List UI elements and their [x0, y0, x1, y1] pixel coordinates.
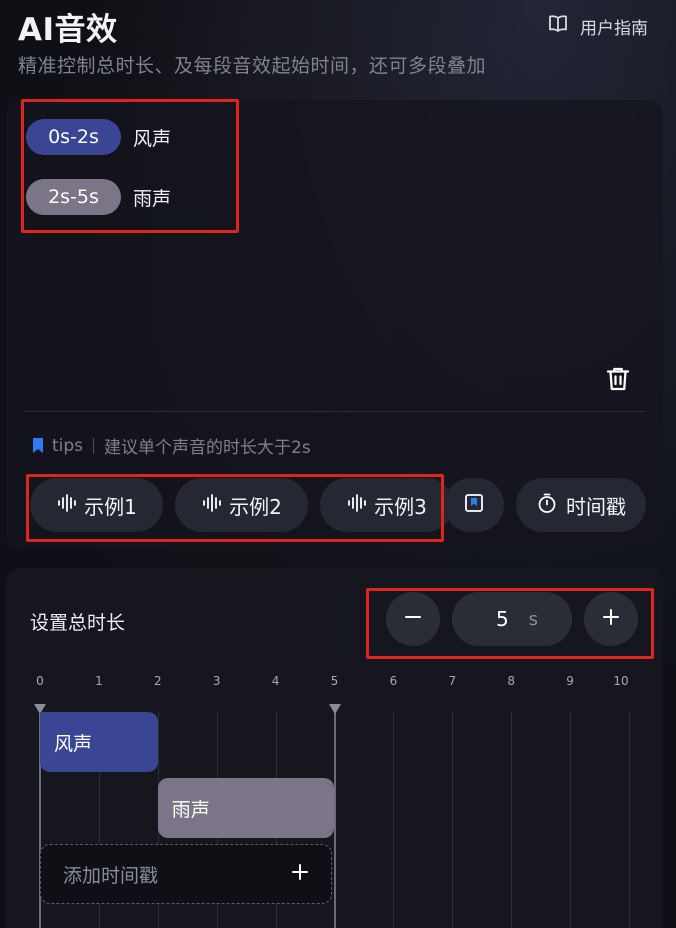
tips-bar: tips 建议单个声音的时长大于2s: [32, 433, 311, 458]
bookmark-icon: [32, 438, 44, 453]
timeline-gridline: [570, 712, 572, 928]
add-timestamp-button[interactable]: 添加时间戳: [40, 844, 332, 904]
timeline-tick-label: 0: [36, 674, 44, 688]
duration-field[interactable]: 5 s: [452, 592, 572, 646]
example-button-2[interactable]: 示例2: [175, 478, 308, 532]
timeline-gridline: [452, 712, 454, 928]
timeline-tick-label: 1: [95, 674, 103, 688]
timestamp-label: 时间戳: [566, 494, 626, 519]
duration-unit: s: [528, 608, 539, 630]
timeline-tick-label: 3: [212, 674, 221, 688]
bookmark-square-icon: [463, 492, 485, 518]
divider: [24, 411, 645, 412]
increase-button[interactable]: [584, 592, 638, 646]
plus-icon: [601, 607, 621, 631]
example-label: 示例1: [84, 494, 137, 519]
minus-icon: [403, 607, 423, 631]
timeline-tick-label: 2: [153, 674, 162, 688]
duration-card: 设置总时长 5 s 添加时间戳 0 1 2 3 4 5 6 7 8 9 10 风声 雨声: [6, 568, 663, 928]
timeline-track-bar[interactable]: 雨声: [157, 778, 335, 838]
timeline-gridline: [511, 712, 513, 928]
duration-title: 设置总时长: [30, 612, 126, 634]
segment-row-0: 0s-2s 风声: [26, 119, 171, 155]
example-label: 示例3: [374, 494, 427, 519]
timeline: 添加时间戳 0 1 2 3 4 5 6 7 8 9 10 风声 雨声: [6, 668, 663, 928]
example-list: 示例1 示例2 示例3: [30, 478, 453, 532]
waveform-icon: [201, 492, 223, 519]
prompt-card: 0s-2s 风声 2s-5s 雨声 tips 建议单个声音的时长大于2s 示例1…: [6, 100, 663, 550]
trash-icon: [603, 367, 633, 398]
timeline-track-bar[interactable]: 风声: [40, 712, 158, 772]
segment-label[interactable]: 雨声: [133, 184, 171, 211]
timeline-gridline: [629, 712, 630, 928]
segment-row-1: 2s-5s 雨声: [26, 179, 171, 215]
timeline-tick-label: 9: [566, 674, 574, 688]
waveform-icon: [56, 492, 78, 519]
page-subtitle: 精准控制总时长、及每段音效起始时间，还可多段叠加: [18, 55, 487, 77]
user-guide-link[interactable]: 用户指南: [546, 12, 648, 41]
timeline-tick-label: 6: [389, 674, 398, 688]
segment-label[interactable]: 风声: [133, 124, 171, 151]
timeline-gridline: [393, 712, 395, 928]
tips-tag: tips: [52, 435, 84, 456]
stopwatch-icon: [536, 492, 558, 519]
timeline-tick-label: 4: [271, 674, 280, 688]
timestamp-button[interactable]: 时间戳: [516, 478, 646, 532]
tips-text: 建议单个声音的时长大于2s: [104, 438, 311, 458]
delete-button[interactable]: [603, 364, 633, 394]
timeline-tick-label: 8: [507, 674, 516, 688]
user-guide-label: 用户指南: [580, 19, 648, 39]
bookmark-button[interactable]: [444, 478, 504, 532]
timeline-tick-label: 5: [330, 674, 339, 688]
duration-value: 5: [495, 607, 509, 631]
add-timestamp-label: 添加时间戳: [63, 864, 159, 887]
plus-icon: [291, 863, 309, 886]
duration-stepper: 5 s: [386, 592, 638, 646]
book-icon: [546, 12, 570, 41]
example-button-1[interactable]: 示例1: [30, 478, 163, 532]
timeline-end-handle[interactable]: [328, 704, 341, 714]
example-button-3[interactable]: 示例3: [320, 478, 453, 532]
timeline-tick-label: 10: [613, 674, 629, 688]
waveform-icon: [346, 492, 368, 519]
tips-separator: [93, 437, 95, 454]
segment-range-pill[interactable]: 2s-5s: [26, 179, 121, 215]
decrease-button[interactable]: [386, 592, 440, 646]
example-label: 示例2: [229, 494, 282, 519]
segment-list: 0s-2s 风声 2s-5s 雨声: [26, 119, 171, 239]
segment-range-pill[interactable]: 0s-2s: [26, 119, 121, 155]
page-title: AI音效: [18, 12, 118, 48]
timeline-tick-label: 7: [448, 674, 457, 688]
header: AI音效 用户指南 精准控制总时长、及每段音效起始时间，还可多段叠加: [18, 4, 658, 94]
